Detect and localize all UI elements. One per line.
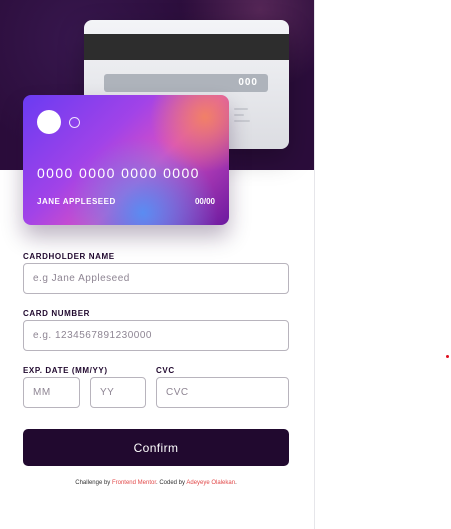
attribution-suffix: .: [235, 480, 237, 486]
card-front: 0000 0000 0000 0000 JANE APPLESEED 00/00: [23, 95, 229, 225]
cardholder-name-input[interactable]: [23, 263, 289, 294]
card-number-input[interactable]: [23, 320, 289, 351]
red-dot: [446, 355, 449, 358]
attribution: Challenge by Frontend Mentor. Coded by A…: [23, 480, 289, 486]
card-back-pattern: [234, 108, 248, 110]
frontend-mentor-link[interactable]: Frontend Mentor: [112, 480, 156, 486]
card-number-display: 0000 0000 0000 0000: [37, 165, 200, 181]
card-logo-circle-icon: [37, 110, 61, 134]
main-panel: 000 0000 0000 0000 0000 JANE APPLESEED 0…: [0, 0, 314, 529]
cardholder-name-label: CARDHOLDER NAME: [23, 252, 115, 261]
card-back-pattern: [234, 120, 250, 122]
attribution-middle: . Coded by: [156, 480, 187, 486]
card-back-cvc: 000: [104, 74, 268, 92]
cardholder-name-display: JANE APPLESEED: [37, 197, 116, 206]
card-back-pattern: [234, 114, 244, 116]
panel-divider: [314, 0, 315, 529]
card-number-label: CARD NUMBER: [23, 309, 91, 318]
exp-date-label: EXP. DATE (MM/YY): [23, 366, 108, 375]
cvc-input[interactable]: [156, 377, 289, 408]
card-expiry-display: 00/00: [194, 197, 215, 206]
author-link[interactable]: Adeyeye Olalekan: [186, 480, 235, 486]
exp-month-input[interactable]: [23, 377, 80, 408]
cvc-label: CVC: [156, 366, 175, 375]
exp-year-input[interactable]: [90, 377, 146, 408]
card-logo-ring-icon: [69, 117, 80, 128]
confirm-button[interactable]: Confirm: [23, 429, 289, 466]
attribution-prefix: Challenge by: [75, 480, 112, 486]
magnetic-stripe: [84, 34, 289, 60]
